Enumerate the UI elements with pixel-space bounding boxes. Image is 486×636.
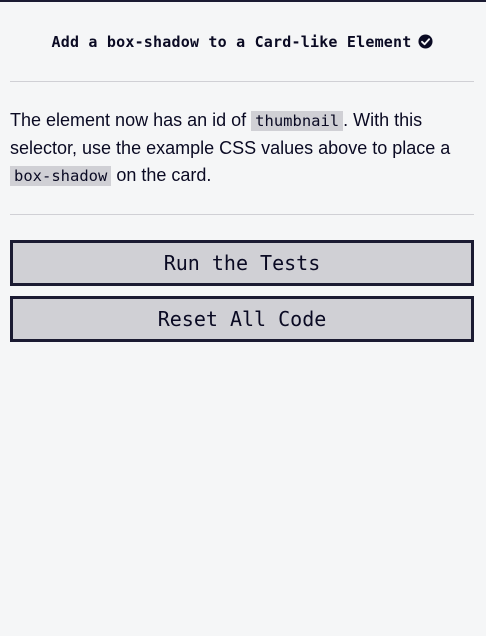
inline-code-box-shadow: box-shadow (10, 166, 112, 186)
description-text: on the card. (111, 165, 212, 185)
challenge-header: Add a box-shadow to a Card-like Element (10, 2, 474, 82)
inline-code-thumbnail: thumbnail (251, 111, 344, 131)
run-tests-button[interactable]: Run the Tests (10, 240, 474, 286)
description-text: The element now has an id of (10, 110, 252, 130)
challenge-panel: Add a box-shadow to a Card-like Element … (10, 2, 474, 342)
challenge-title: Add a box-shadow to a Card-like Element (51, 32, 412, 51)
check-circle-icon (417, 34, 433, 49)
reset-code-button[interactable]: Reset All Code (10, 296, 474, 342)
challenge-description: The element now has an id of thumbnail. … (10, 82, 474, 215)
